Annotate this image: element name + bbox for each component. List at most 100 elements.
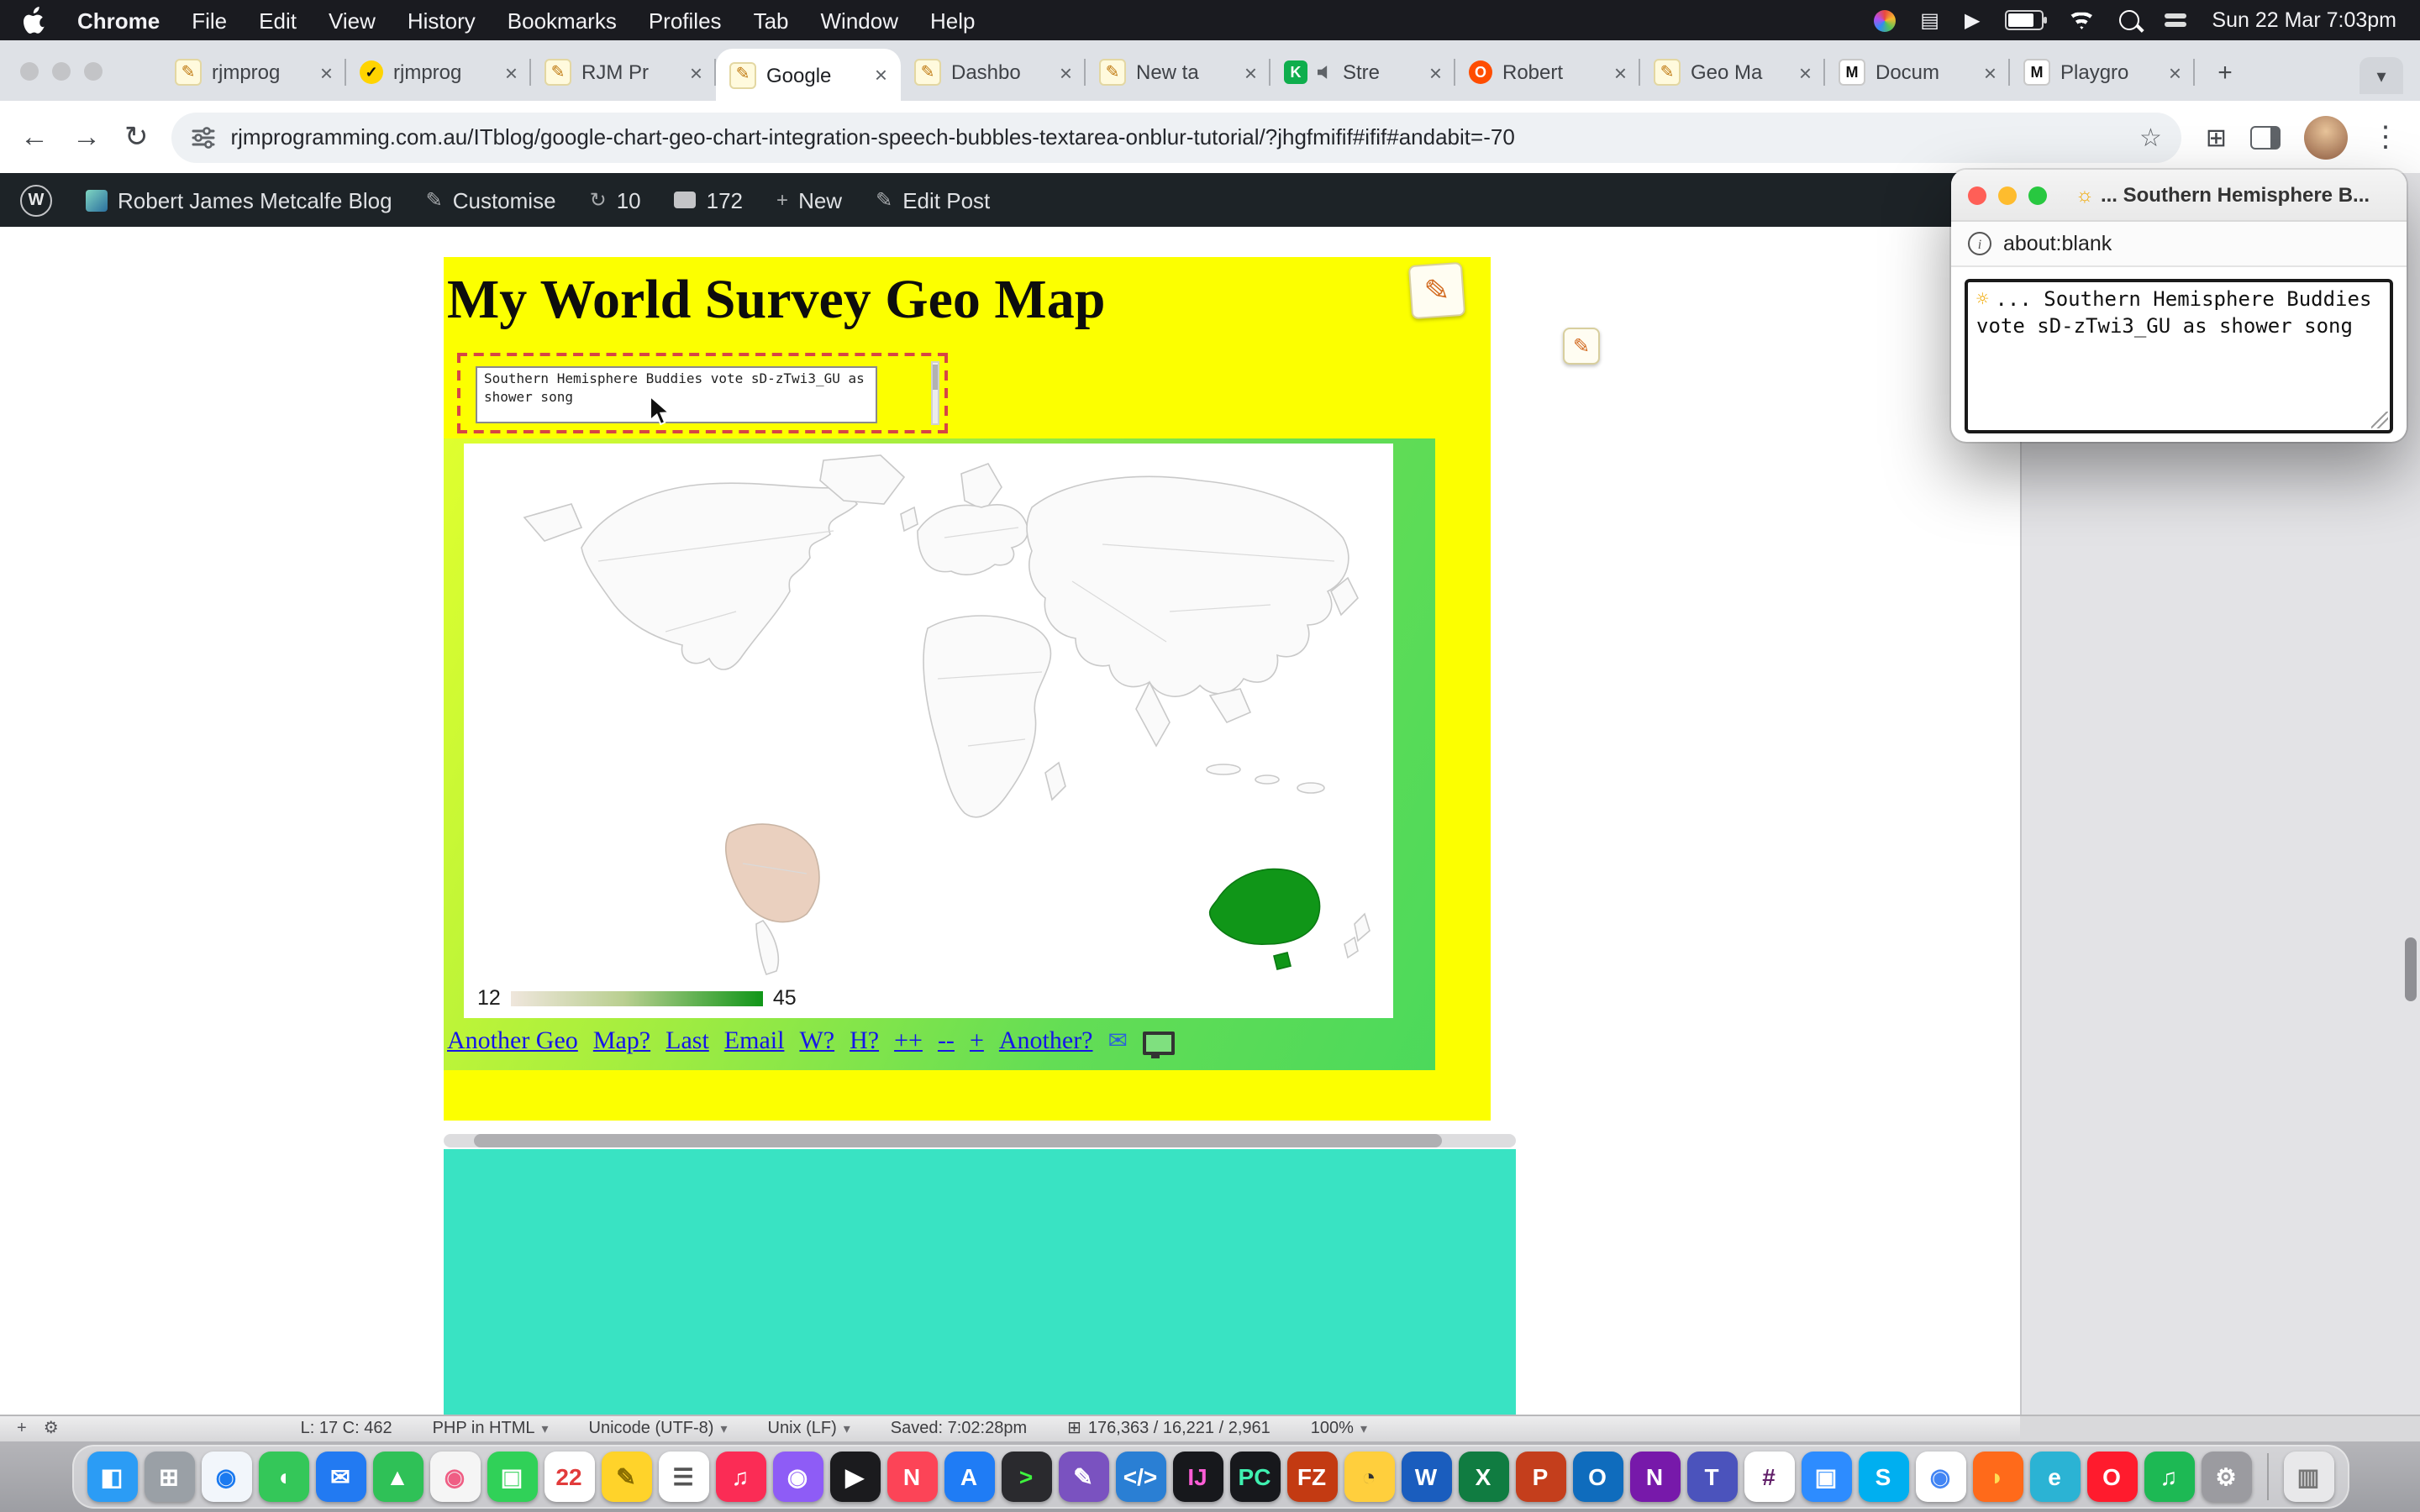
dock-icon[interactable]: ✉	[315, 1452, 366, 1502]
display-icon[interactable]: ▤	[1920, 8, 1939, 32]
dock-icon[interactable]: ▣	[487, 1452, 537, 1502]
tab-geo-map[interactable]: ✎ Geo Ma ×	[1640, 44, 1825, 101]
wp-customise-link[interactable]: ✎ Customise	[426, 187, 556, 213]
dock-icon[interactable]: ♫	[715, 1452, 765, 1502]
wp-edit-post-link[interactable]: ✎ Edit Post	[876, 187, 990, 213]
popup-titlebar[interactable]: ☼... Southern Hemisphere B...	[1951, 170, 2407, 222]
dock-icon[interactable]: >	[1001, 1452, 1051, 1502]
link-h[interactable]: H?	[850, 1028, 879, 1057]
world-map[interactable]: 12 45	[464, 444, 1393, 1018]
link-plus[interactable]: +	[970, 1028, 984, 1057]
link-email[interactable]: Email	[724, 1028, 785, 1057]
dock-icon[interactable]: e	[2029, 1452, 2080, 1502]
url-text[interactable]: rjmprogramming.com.au/ITblog/google-char…	[231, 124, 2124, 150]
tab-rjmprog-1[interactable]: ✎ rjmprog ×	[161, 44, 346, 101]
battery-icon[interactable]	[2005, 10, 2044, 30]
profile-avatar[interactable]	[2304, 115, 2348, 159]
link-another[interactable]: Another?	[999, 1028, 1093, 1057]
wifi-icon[interactable]	[2069, 11, 2094, 29]
link-plus-plus[interactable]: ++	[894, 1028, 923, 1057]
tab-rjm-pr[interactable]: ✎ RJM Pr ×	[531, 44, 716, 101]
dock-icon[interactable]: ☰	[658, 1452, 708, 1502]
bookmark-star-icon[interactable]: ☆	[2139, 122, 2162, 152]
link-map[interactable]: Map?	[593, 1028, 650, 1057]
menu-view[interactable]: View	[329, 8, 376, 33]
link-minus-minus[interactable]: --	[938, 1028, 955, 1057]
dock-icon[interactable]: ◖	[258, 1452, 308, 1502]
window-zoom-button[interactable]	[84, 62, 103, 81]
dock-icon[interactable]: ◉	[201, 1452, 251, 1502]
menu-tab[interactable]: Tab	[754, 8, 789, 33]
dock-icon[interactable]: O	[1572, 1452, 1623, 1502]
statusbar-plus-icon[interactable]: +	[17, 1420, 27, 1438]
tab-documentation[interactable]: M Docum ×	[1825, 44, 2010, 101]
address-bar[interactable]: rjmprogramming.com.au/ITblog/google-char…	[172, 112, 2182, 162]
vertical-scrollbar-thumb[interactable]	[2405, 937, 2417, 1001]
menu-profiles[interactable]: Profiles	[649, 8, 722, 33]
dock-icon[interactable]: ♫	[2144, 1452, 2194, 1502]
horizontal-scrollbar[interactable]	[444, 1134, 1516, 1147]
popup-address-row[interactable]: i about:blank	[1951, 222, 2407, 267]
menu-bookmarks[interactable]: Bookmarks	[508, 8, 617, 33]
tab-close-icon[interactable]: ×	[320, 61, 333, 83]
color-wheel-icon[interactable]	[1873, 9, 1895, 31]
dock-icon[interactable]: ◔	[1344, 1452, 1394, 1502]
line-ending-selector[interactable]: Unix (LF)▾	[768, 1420, 850, 1438]
dock-icon[interactable]: ⚙	[2201, 1452, 2251, 1502]
tab-google-active[interactable]: ✎ Google ×	[716, 49, 901, 101]
popup-zoom-button[interactable]	[2028, 186, 2047, 205]
dock-icon[interactable]: PC	[1229, 1452, 1280, 1502]
tab-rjmprog-2[interactable]: ✓ rjmprog ×	[346, 44, 531, 101]
site-controls-icon[interactable]	[192, 125, 216, 149]
dock-icon[interactable]: P	[1515, 1452, 1565, 1502]
menu-history[interactable]: History	[408, 8, 476, 33]
link-another-geo[interactable]: Another Geo	[447, 1028, 578, 1057]
dock-icon[interactable]: X	[1458, 1452, 1508, 1502]
tab-overflow-chevron-icon[interactable]: ▾	[2360, 57, 2403, 94]
popup-minimize-button[interactable]	[1998, 186, 2017, 205]
tab-close-icon[interactable]: ×	[1429, 61, 1442, 83]
computer-icon[interactable]	[1143, 1031, 1175, 1054]
tab-playground[interactable]: M Playgro ×	[2010, 44, 2195, 101]
reload-icon[interactable]: ↻	[124, 120, 149, 154]
tab-close-icon[interactable]: ×	[1984, 61, 1996, 83]
info-icon[interactable]: i	[1968, 232, 1991, 255]
popup-window[interactable]: ☼... Southern Hemisphere B... i about:bl…	[1951, 170, 2407, 442]
dock-icon[interactable]: </>	[1115, 1452, 1165, 1502]
window-close-button[interactable]	[20, 62, 39, 81]
forward-icon[interactable]: →	[72, 120, 101, 154]
wp-new-link[interactable]: + New	[776, 187, 842, 213]
wp-updates-link[interactable]: ↻ 10	[590, 187, 641, 213]
window-controls[interactable]	[20, 62, 103, 81]
dock-icon[interactable]: ▣	[1801, 1452, 1851, 1502]
language-selector[interactable]: PHP in HTML▾	[433, 1420, 549, 1438]
dock-icon[interactable]: ◉	[1915, 1452, 1965, 1502]
textarea-resize-grip[interactable]	[2371, 412, 2388, 428]
popup-window-controls[interactable]	[1968, 186, 2047, 205]
tab-new-tab[interactable]: ✎ New ta ×	[1086, 44, 1270, 101]
window-minimize-button[interactable]	[52, 62, 71, 81]
dock-icon[interactable]: ✎	[601, 1452, 651, 1502]
back-icon[interactable]: ←	[20, 120, 49, 154]
tab-close-icon[interactable]: ×	[1614, 61, 1627, 83]
dock-icon[interactable]: 22	[544, 1452, 594, 1502]
link-last[interactable]: Last	[666, 1028, 709, 1057]
tab-audio-icon[interactable]	[1318, 65, 1333, 80]
dock-icon[interactable]: ✎	[1058, 1452, 1108, 1502]
statusbar-gear-icon[interactable]: ⚙	[44, 1420, 59, 1438]
menu-edit[interactable]: Edit	[259, 8, 297, 33]
dock-icon[interactable]: N	[886, 1452, 937, 1502]
encoding-selector[interactable]: Unicode (UTF-8)▾	[589, 1420, 728, 1438]
popup-close-button[interactable]	[1968, 186, 1986, 205]
wp-site-link[interactable]: Robert James Metcalfe Blog	[86, 187, 392, 213]
tab-stream[interactable]: K Stre ×	[1270, 44, 1455, 101]
horizontal-scrollbar-thumb[interactable]	[474, 1134, 1442, 1147]
dock-icon[interactable]: N	[1629, 1452, 1680, 1502]
new-tab-button[interactable]: +	[2205, 52, 2245, 92]
dock-icon[interactable]: #	[1744, 1452, 1794, 1502]
dock-icon[interactable]: T	[1686, 1452, 1737, 1502]
dock-icon[interactable]: IJ	[1172, 1452, 1223, 1502]
link-w[interactable]: W?	[799, 1028, 834, 1057]
dock-icon[interactable]: ◉	[772, 1452, 823, 1502]
survey-textarea[interactable]: Southern Hemisphere Buddies vote sD-zTwi…	[476, 366, 877, 423]
